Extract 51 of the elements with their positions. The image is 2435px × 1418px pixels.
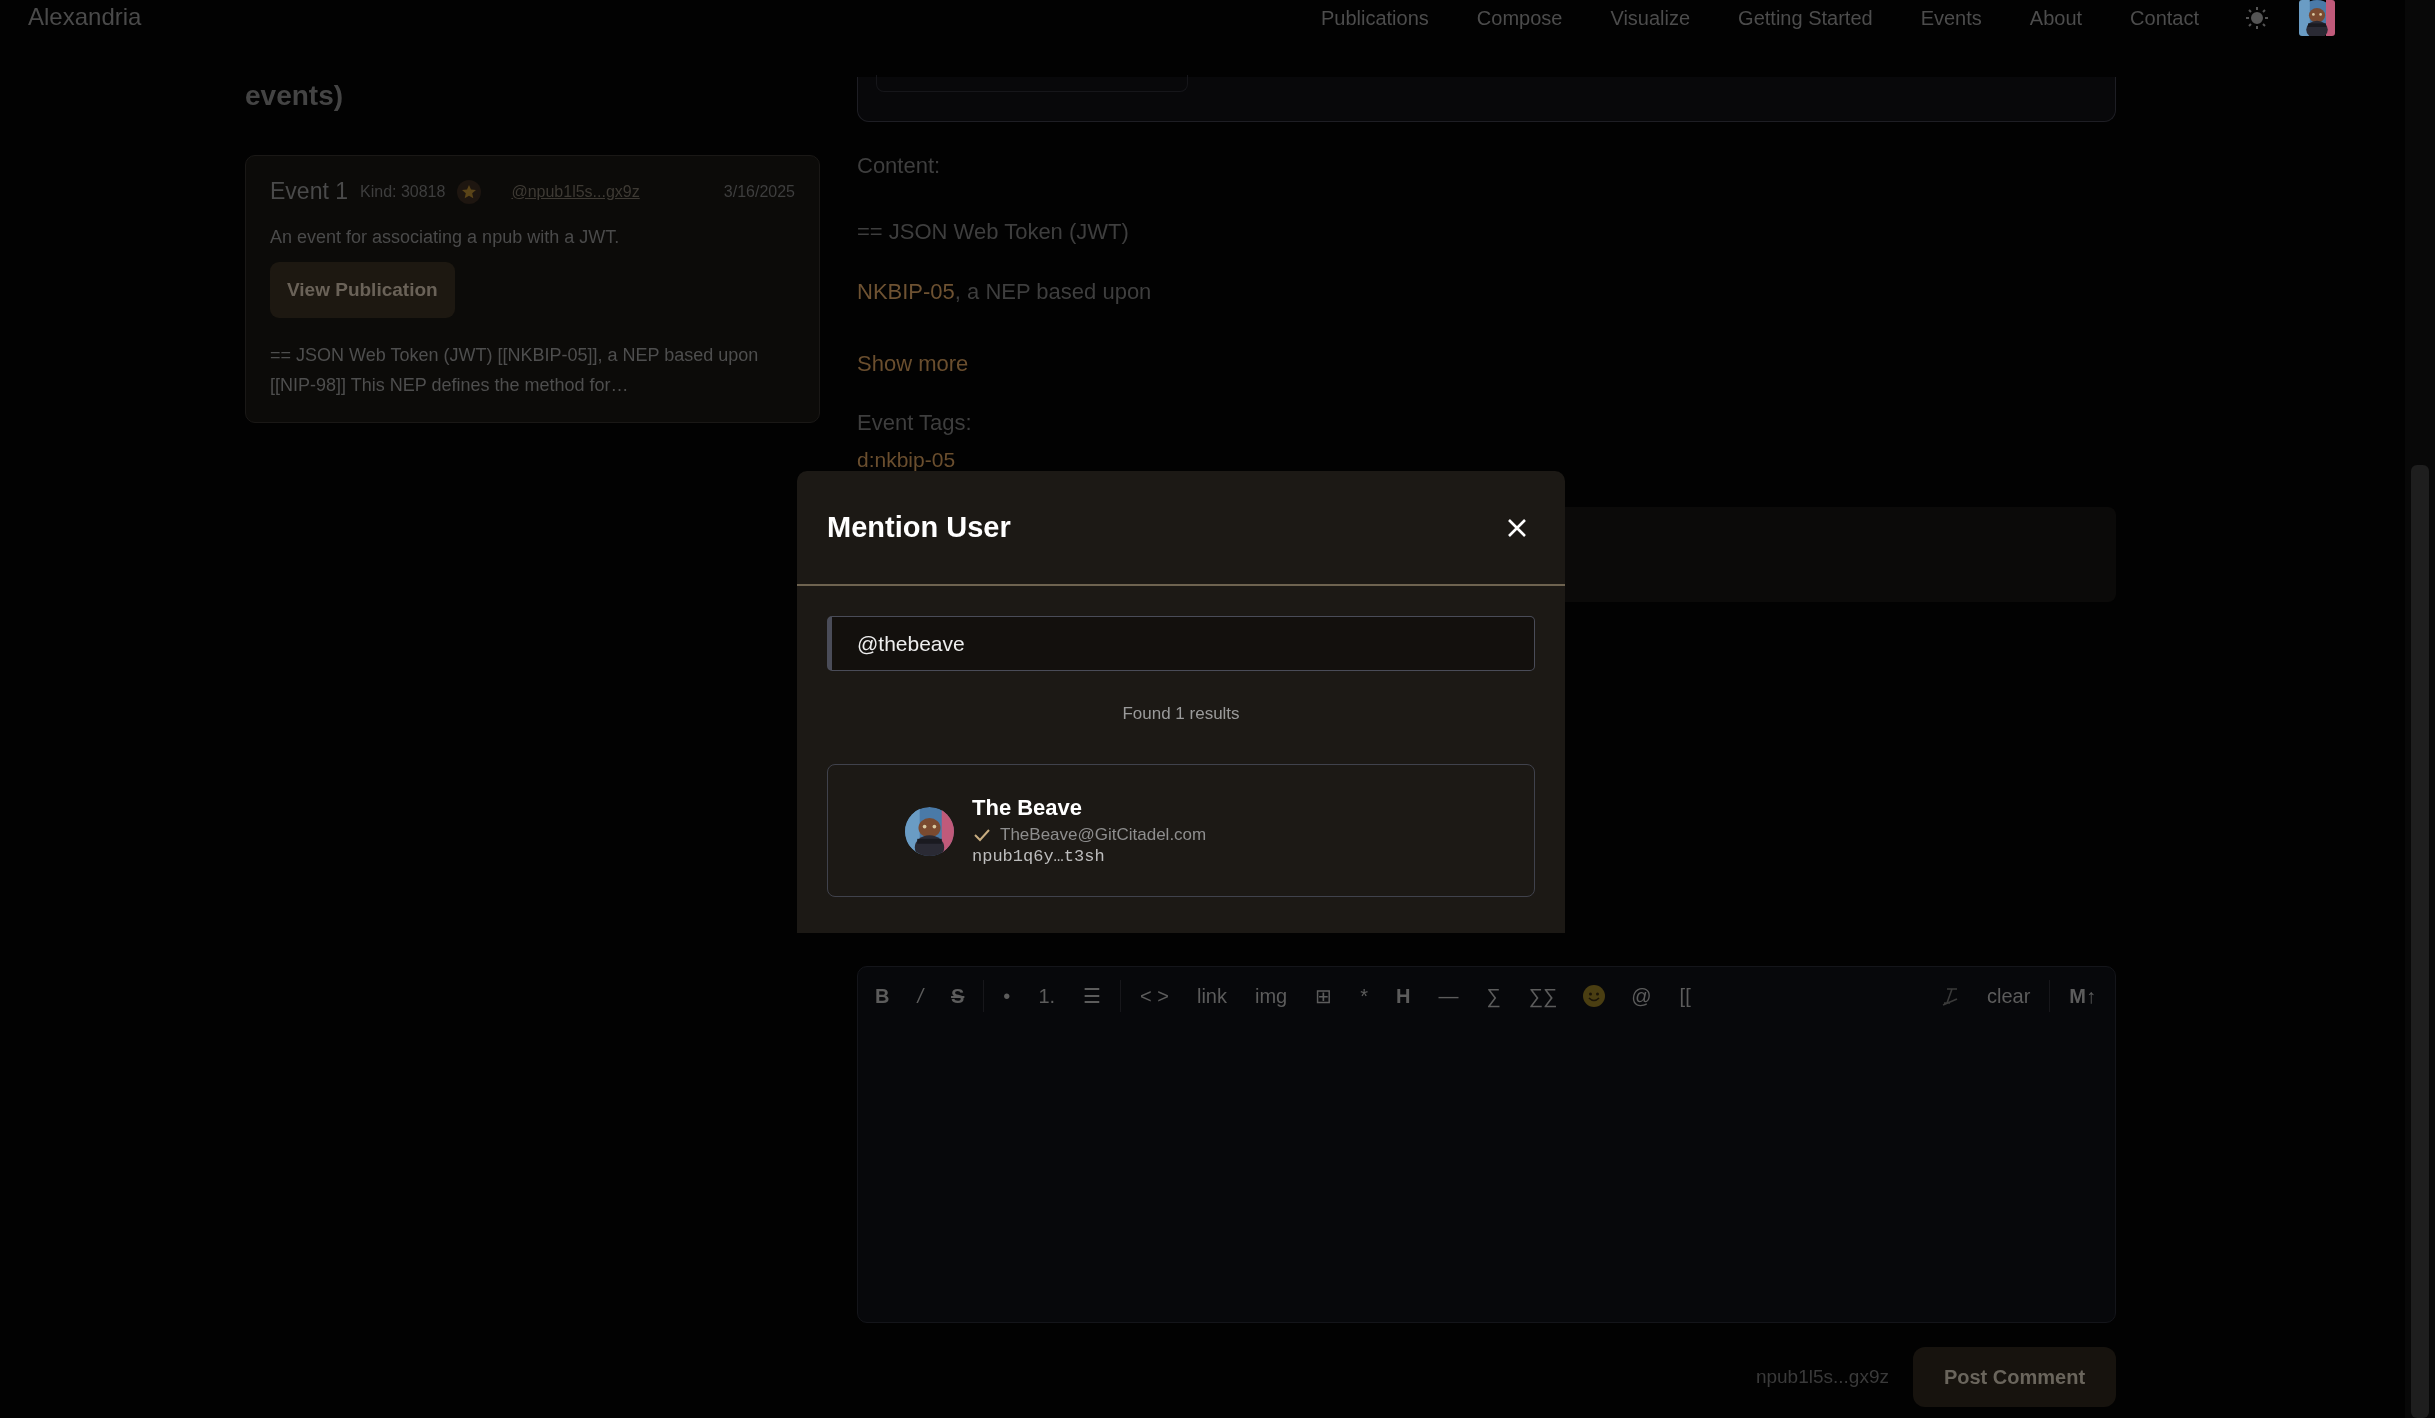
user-result[interactable]: The Beave TheBeave@GitCitadel.com npub1q6y…t3sh bbox=[827, 764, 1535, 897]
results-count: Found 1 results bbox=[1121, 704, 1241, 724]
toolbar-button[interactable]: S bbox=[942, 980, 974, 1012]
comment-editor[interactable]: B / S • 1. ☰ < > link img ⊞ * H — ∑ ∑∑ @ [[ clear M↑ bbox=[857, 966, 2116, 1323]
nav-link[interactable]: Getting Started bbox=[1714, 4, 1897, 32]
page-heading: events) bbox=[245, 79, 345, 113]
toolbar-button[interactable]: * bbox=[1351, 980, 1378, 1012]
author-npub: npub1l5s...gx9z bbox=[1755, 1366, 1889, 1388]
toolbar-button[interactable]: ☰ bbox=[1074, 980, 1111, 1012]
toolbar-button[interactable]: link bbox=[1188, 980, 1236, 1012]
user-npub: npub1q6y…t3sh bbox=[972, 847, 1106, 866]
post-comment-button[interactable]: Post Comment bbox=[1913, 1347, 2116, 1407]
event-tag[interactable]: d:nkbip-05 bbox=[857, 448, 2116, 472]
nav-link[interactable]: Events bbox=[1896, 4, 2006, 32]
toolbar-button[interactable]: ⊞ bbox=[1306, 980, 1342, 1012]
nav-link[interactable]: Contact bbox=[2106, 4, 2223, 32]
nav-link[interactable]: Compose bbox=[1452, 4, 1587, 32]
brand-logo[interactable]: Alexandria bbox=[28, 3, 142, 31]
user-nip05: TheBeave@GitCitadel.com bbox=[1000, 825, 1207, 845]
view-publication-button[interactable]: View Publication bbox=[270, 262, 455, 318]
nav-link[interactable]: Publications bbox=[1296, 4, 1453, 32]
event-excerpt: == JSON Web Token (JWT) [[NKBIP-05]], a NEP based upon [[NIP-98]] This NEP defines the method for… bbox=[270, 344, 760, 397]
user-name: The Beave bbox=[972, 795, 1084, 821]
nkbip-link[interactable]: NKBIP-05 bbox=[857, 279, 955, 304]
nav-link[interactable]: Visualize bbox=[1586, 4, 1715, 32]
toolbar-button[interactable]: — bbox=[1429, 980, 1468, 1012]
toolbar-button[interactable]: < > bbox=[1131, 980, 1178, 1012]
toolbar-button[interactable]: clear bbox=[1977, 980, 2040, 1012]
content-paragraph: NKBIP-05, a NEP based upon bbox=[857, 279, 1153, 305]
toolbar-button[interactable]: 1. bbox=[1029, 980, 1065, 1012]
nav-link[interactable]: About bbox=[2005, 4, 2107, 32]
content-label: Content: bbox=[857, 153, 942, 179]
toolbar-button[interactable]: M↑ bbox=[2060, 980, 2105, 1012]
tags-label: Event Tags: bbox=[857, 410, 973, 436]
toolbar-button[interactable]: / bbox=[908, 980, 932, 1012]
search-field[interactable]: @thebeave bbox=[827, 616, 1535, 671]
toolbar-button[interactable]: B bbox=[866, 980, 899, 1012]
event-title: Event 1 bbox=[270, 178, 348, 205]
toolbar-button[interactable]: [[ bbox=[1670, 980, 1700, 1012]
show-more-link[interactable]: Show more bbox=[857, 351, 2116, 377]
toolbar-button[interactable]: img bbox=[1246, 980, 1297, 1012]
toolbar-button[interactable]: • bbox=[994, 980, 1020, 1012]
event-summary: An event for associating a npub with a JWT. bbox=[270, 227, 621, 248]
sun-icon[interactable] bbox=[2245, 6, 2269, 30]
toolbar-button[interactable]: H bbox=[1387, 980, 1420, 1012]
content-heading: == JSON Web Token (JWT) bbox=[857, 219, 1130, 245]
smiley-icon[interactable] bbox=[1582, 984, 1607, 1008]
toolbar-button[interactable]: ∑∑ bbox=[1519, 980, 1567, 1012]
toolbar-button[interactable]: ∑ bbox=[1477, 980, 1510, 1012]
modal-title: Mention User bbox=[827, 511, 1012, 544]
toolbar-button[interactable]: @ bbox=[1622, 980, 1661, 1012]
